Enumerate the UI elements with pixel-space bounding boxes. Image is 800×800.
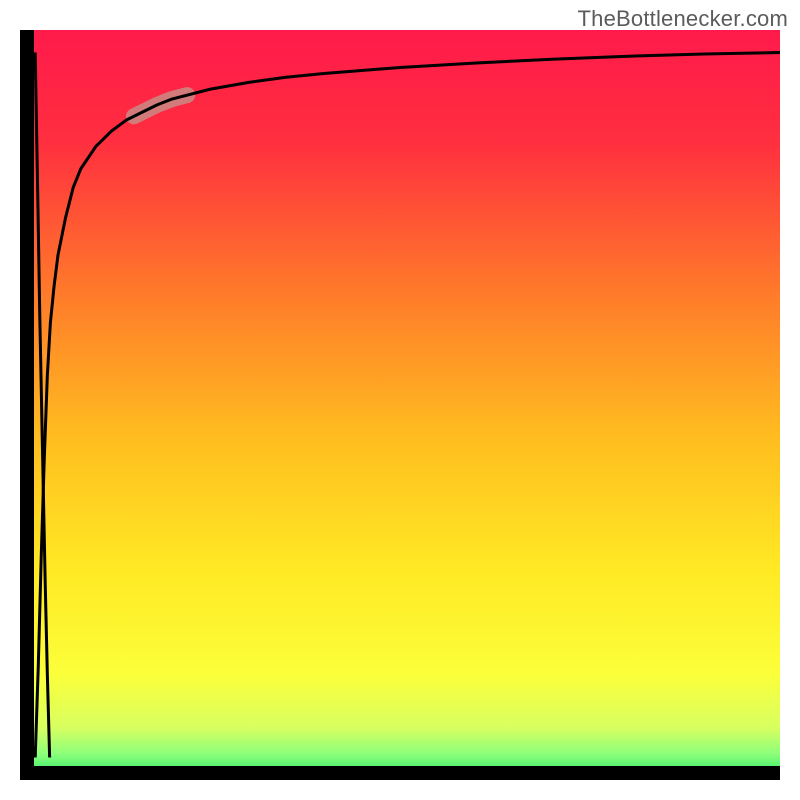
y-axis [20, 30, 34, 780]
curve-layer [20, 30, 780, 780]
bottleneck-curve [35, 53, 780, 758]
chart-stage: TheBottlenecker.com [0, 0, 800, 800]
plot-frame [20, 30, 780, 780]
x-axis [20, 766, 780, 780]
watermark-text: TheBottlenecker.com [578, 6, 788, 32]
